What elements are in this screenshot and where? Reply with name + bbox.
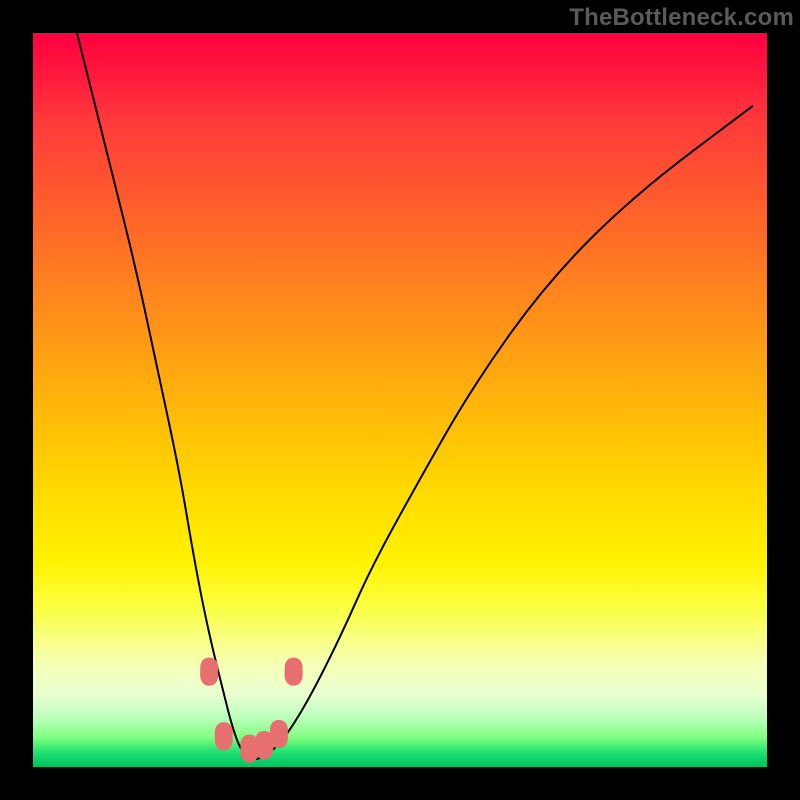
plot-area	[33, 33, 767, 767]
curve-marker	[215, 722, 233, 750]
bottleneck-curve	[77, 33, 752, 759]
curve-marker	[270, 720, 288, 748]
chart-frame: TheBottleneck.com	[0, 0, 800, 800]
curve-marker	[285, 658, 303, 686]
curve-svg	[33, 33, 767, 767]
marker-group	[200, 658, 302, 763]
curve-marker	[200, 658, 218, 686]
watermark-text: TheBottleneck.com	[569, 4, 794, 32]
